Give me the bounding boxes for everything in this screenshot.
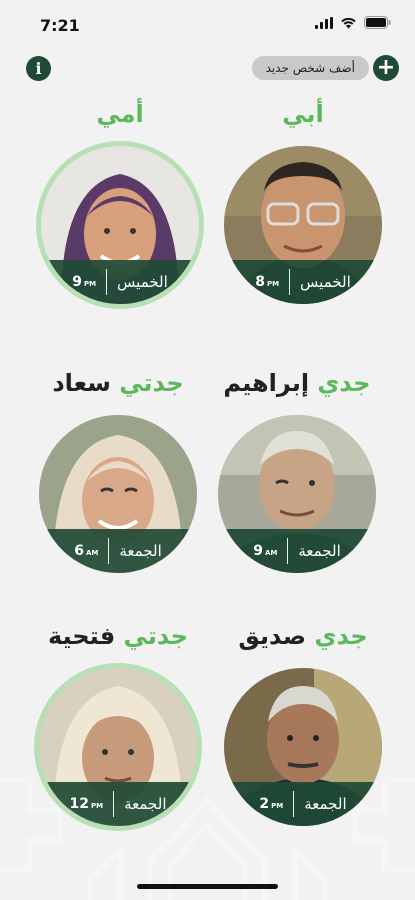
schedule-day: الخميس [300,273,351,291]
schedule-day: الجمعة [124,795,167,813]
person-title: جدي [317,369,371,397]
divider [108,538,110,564]
ampm: PM [271,802,284,810]
schedule-time: 6 AM [74,543,98,559]
person-name: أمي [30,96,210,132]
schedule-day: الجمعة [298,542,341,560]
schedule-time: 8 PM [255,274,279,290]
person-title: جدتي [119,369,184,397]
status-time: 7:21 [40,16,80,35]
signal-icon [315,16,333,29]
schedule-band: 9 PM الخميس [41,260,199,304]
hour: 6 [74,543,84,559]
ampm: PM [91,802,104,810]
person-title: أمي [96,100,144,128]
divider [293,791,295,817]
add-person-label: أضف شخص جديد [251,56,369,80]
person-photo[interactable]: 2 PM الجمعة [224,668,382,826]
schedule-band: 8 PM الخميس [224,260,382,304]
person-name: جدي صديق [213,618,393,654]
battery-icon [364,16,391,29]
ampm: PM [83,280,97,288]
schedule-time: 12 PM [70,796,104,812]
status-bar: 7:21 [0,0,415,50]
schedule-band: 9 AM الجمعة [218,529,376,573]
person-first-name: سعاد [52,369,111,397]
person-name: جدتي فتحية [28,618,208,654]
person-first-name: إبراهيم [223,369,310,397]
schedule-day: الخميس [117,273,168,291]
schedule-time: 2 PM [259,796,283,812]
person-first-name: فتحية [48,622,116,650]
divider [113,791,115,817]
divider [287,538,289,564]
person-card-father[interactable]: أبي 8 PM الخميس [213,96,393,304]
hour: 12 [69,796,89,812]
person-photo[interactable]: 12 PM الجمعة [39,668,197,826]
schedule-time: 9 AM [253,543,277,559]
plus-icon: + [373,55,399,81]
wifi-icon [341,17,356,28]
person-title: جدتي [123,622,188,650]
person-title: أبي [282,100,324,128]
hour: 2 [259,796,270,812]
schedule-day: الجمعة [119,542,162,560]
person-card-grandpa-sedeek[interactable]: جدي صديق 2 PM الجمعة [213,618,393,826]
hour: 9 [253,543,263,559]
person-card-grandma-suad[interactable]: جدتي سعاد 6 AM الجمعة [28,365,208,573]
person-first-name: صديق [238,622,307,650]
divider [106,269,108,295]
person-photo[interactable]: 8 PM الخميس [224,146,382,304]
status-icons [315,16,391,29]
schedule-band: 2 PM الجمعة [224,782,382,826]
schedule-band: 12 PM الجمعة [39,782,197,826]
info-icon: i [35,59,42,78]
person-card-grandpa-ibrahim[interactable]: جدي إبراهيم 9 AM الجمعة [207,365,387,573]
person-photo[interactable]: 9 AM الجمعة [218,415,376,573]
person-title: جدي [314,622,368,650]
hour: 9 [72,274,82,290]
schedule-band: 6 AM الجمعة [39,529,197,573]
person-name: جدتي سعاد [28,365,208,401]
schedule-day: الجمعة [304,795,347,813]
schedule-time: 9 PM [72,274,96,290]
ampm: AM [264,549,278,557]
ampm: PM [266,280,280,288]
person-card-grandma-fathia[interactable]: جدتي فتحية 12 PM الجمعة [28,618,208,826]
info-button[interactable]: i [26,56,51,81]
hour: 8 [255,274,265,290]
home-indicator[interactable] [137,884,278,889]
divider [289,269,291,295]
person-photo[interactable]: 6 AM الجمعة [39,415,197,573]
add-person-button[interactable]: أضف شخص جديد + [251,55,399,81]
person-card-mother[interactable]: أمي 9 PM الخميس [30,96,210,304]
ampm: AM [85,549,99,557]
person-name: جدي إبراهيم [207,365,387,401]
person-name: أبي [213,96,393,132]
person-photo[interactable]: 9 PM الخميس [41,146,199,304]
